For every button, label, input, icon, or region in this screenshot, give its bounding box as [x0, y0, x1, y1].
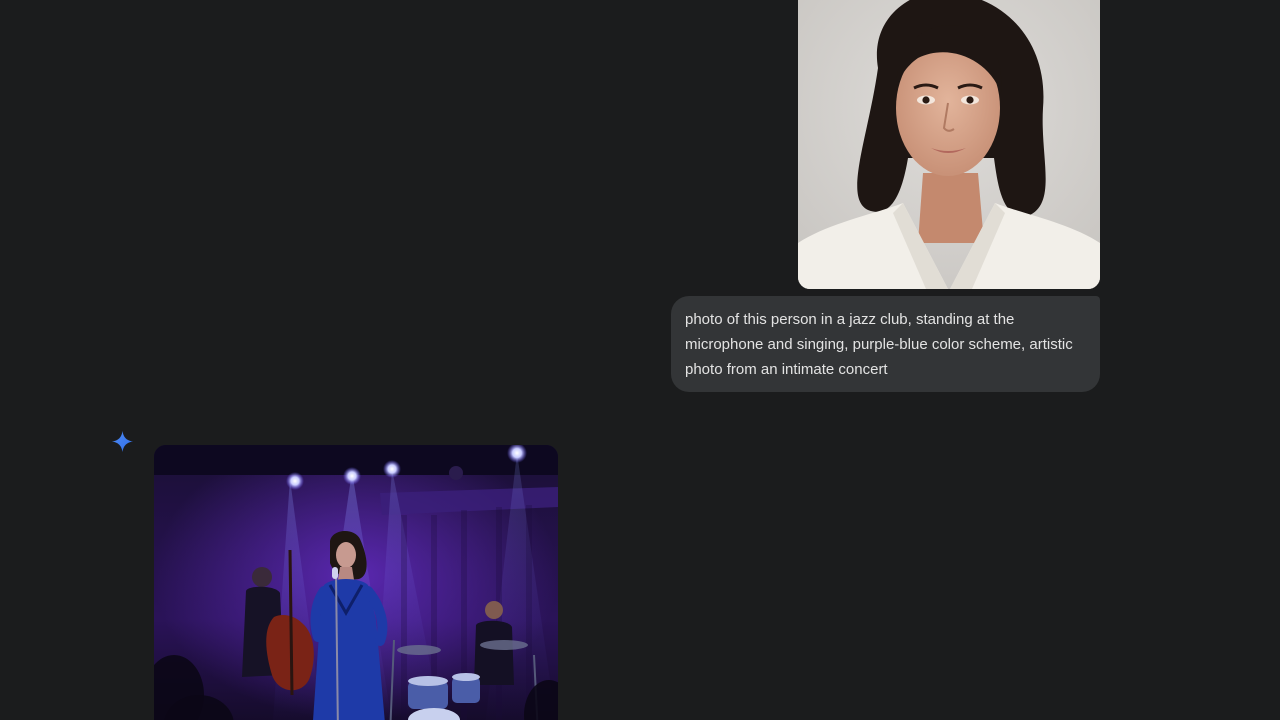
jazz-club-photo [154, 445, 558, 720]
generated-image[interactable] [154, 445, 558, 720]
portrait-photo [798, 0, 1100, 289]
user-prompt-bubble: photo of this person in a jazz club, sta… [671, 296, 1100, 392]
user-uploaded-image[interactable] [798, 0, 1100, 289]
chat-conversation: photo of this person in a jazz club, sta… [0, 0, 1280, 720]
gemini-spark-icon [111, 430, 134, 453]
